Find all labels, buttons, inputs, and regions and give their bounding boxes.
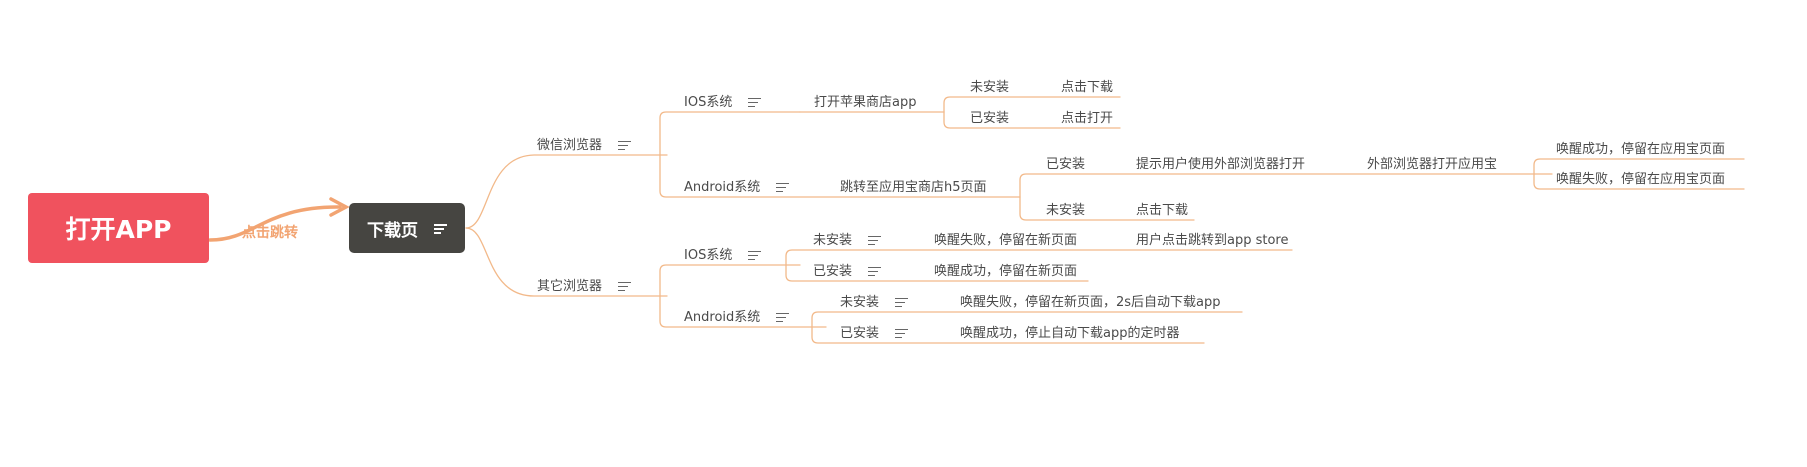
topic-wechat-ios-click-open[interactable]: 点击打开 [1061, 111, 1113, 127]
topic-label: 提示用户使用外部浏览器打开 [1136, 157, 1306, 172]
topic-label: 已安装 [840, 326, 880, 341]
topic-label: 其它浏览器 [537, 279, 603, 294]
topic-label: 未安装 [1046, 203, 1086, 218]
branch-wechat-android-installed [1019, 173, 1553, 198]
topic-wake-fail-yingyongbao[interactable]: 唤醒失败，停留在应用宝页面 [1556, 172, 1725, 188]
topic-label: 点击打开 [1061, 111, 1114, 126]
topic-label: 未安装 [840, 295, 880, 310]
topic-other-ios-wake-fail[interactable]: 唤醒失败，停留在新页面 [934, 233, 1077, 249]
note-icon[interactable] [434, 223, 447, 234]
topic-prompt-external-browser[interactable]: 提示用户使用外部浏览器打开 [1136, 157, 1305, 173]
topic-wechat-android-installed[interactable]: 已安装 [1046, 157, 1085, 173]
topic-wechat-android-not-installed[interactable]: 未安装 [1046, 203, 1085, 219]
note-icon[interactable] [776, 312, 790, 323]
note-icon[interactable] [748, 250, 762, 261]
topic-other-ios[interactable]: IOS系统 [684, 248, 762, 264]
topic-label: 点击下载 [1061, 80, 1114, 95]
topic-label: 唤醒失败，停留在新页面，2s后自动下载app [960, 295, 1221, 310]
topic-download-page[interactable]: 下载页 [349, 203, 465, 253]
note-icon[interactable] [895, 328, 909, 339]
topic-label: 唤醒失败，停留在应用宝页面 [1556, 172, 1726, 187]
note-icon[interactable] [868, 235, 882, 246]
topic-other-browser[interactable]: 其它浏览器 [537, 279, 632, 295]
root-topic-label: 打开APP [65, 215, 172, 244]
topic-open-apple-store[interactable]: 打开苹果商店app [814, 95, 916, 111]
branch-wechat-ios-not-installed [943, 96, 1121, 113]
topic-wechat-android-click-download[interactable]: 点击下载 [1136, 203, 1188, 219]
topic-other-ios-wake-success[interactable]: 唤醒成功，停留在新页面 [934, 264, 1077, 280]
topic-external-open-yingyongbao[interactable]: 外部浏览器打开应用宝 [1367, 157, 1497, 173]
topic-label: 已安装 [1046, 157, 1086, 172]
topic-label: 已安装 [813, 264, 853, 279]
topic-label: 唤醒成功，停留在新页面 [934, 264, 1078, 279]
topic-other-ios-not-installed[interactable]: 未安装 [813, 233, 882, 249]
branch-wechat-ios [659, 111, 801, 156]
topic-label: IOS系统 [684, 248, 733, 263]
topic-wechat-ios-click-download[interactable]: 点击下载 [1061, 80, 1113, 96]
topic-other-ios-installed[interactable]: 已安装 [813, 264, 882, 280]
topic-jump-yingyongbao-h5[interactable]: 跳转至应用宝商店h5页面 [840, 180, 987, 196]
topic-label: Android系统 [684, 180, 761, 195]
mind-map-canvas: 打开APP 点击跳转 下载页 微信浏览器 IOS系统 打开苹果商店app 未安装… [0, 0, 1807, 467]
topic-label: IOS系统 [684, 95, 733, 110]
topic-label: 唤醒失败，停留在新页面 [934, 233, 1078, 248]
topic-label: 外部浏览器打开应用宝 [1367, 157, 1498, 172]
topic-wake-success-yingyongbao[interactable]: 唤醒成功，停留在应用宝页面 [1556, 142, 1725, 158]
topic-other-android-installed[interactable]: 已安装 [840, 326, 909, 342]
topic-other-android-not-installed[interactable]: 未安装 [840, 295, 909, 311]
topic-jump-app-store[interactable]: 用户点击跳转到app store [1136, 233, 1288, 249]
branch-other-android-not-installed [811, 311, 1243, 328]
topic-label: Android系统 [684, 310, 761, 325]
topic-label: 唤醒成功，停止自动下载app的定时器 [960, 326, 1180, 341]
note-icon[interactable] [618, 140, 632, 151]
topic-label: 未安装 [813, 233, 853, 248]
topic-wechat-ios-not-installed[interactable]: 未安装 [970, 80, 1009, 96]
topic-download-page-label: 下载页 [367, 220, 418, 241]
note-icon[interactable] [748, 97, 762, 108]
root-topic-open-app[interactable]: 打开APP [28, 193, 209, 263]
note-icon[interactable] [776, 182, 790, 193]
note-icon[interactable] [895, 297, 909, 308]
topic-label: 打开苹果商店app [814, 95, 917, 110]
topic-label: 跳转至应用宝商店h5页面 [840, 180, 987, 195]
topic-wechat-ios-installed[interactable]: 已安装 [970, 111, 1009, 127]
branch-other-ios-not-installed [785, 249, 1293, 266]
note-icon[interactable] [618, 281, 632, 292]
topic-label: 点击下载 [1136, 203, 1189, 218]
topic-wechat-android[interactable]: Android系统 [684, 180, 790, 196]
topic-wechat-browser[interactable]: 微信浏览器 [537, 138, 632, 154]
topic-wechat-ios[interactable]: IOS系统 [684, 95, 762, 111]
branch-wechat [465, 154, 668, 229]
topic-other-android[interactable]: Android系统 [684, 310, 790, 326]
topic-label: 用户点击跳转到app store [1136, 233, 1289, 248]
topic-label: 已安装 [970, 111, 1010, 126]
note-icon[interactable] [868, 266, 882, 277]
topic-label: 未安装 [970, 80, 1010, 95]
topic-label: 微信浏览器 [537, 138, 603, 153]
branch-other-ios [659, 264, 801, 297]
topic-label: 唤醒成功，停留在应用宝页面 [1556, 142, 1726, 157]
relation-label: 点击跳转 [242, 225, 298, 241]
topic-other-android-wake-success[interactable]: 唤醒成功，停止自动下载app的定时器 [960, 326, 1179, 342]
topic-other-android-wake-fail[interactable]: 唤醒失败，停留在新页面，2s后自动下载app [960, 295, 1221, 311]
